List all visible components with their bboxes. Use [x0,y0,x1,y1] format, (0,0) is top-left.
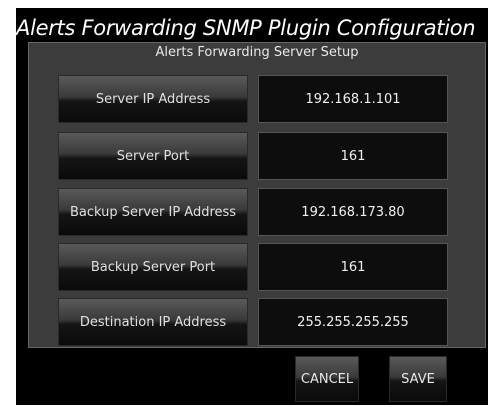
row-server-port: Server Port 161 [29,132,485,180]
save-button[interactable]: SAVE [389,356,447,402]
server-ip-label-button[interactable]: Server IP Address [58,75,248,123]
row-server-ip: Server IP Address 192.168.1.101 [29,75,485,123]
backup-server-port-label-button[interactable]: Backup Server Port [58,243,248,291]
destination-ip-label-button[interactable]: Destination IP Address [58,298,248,346]
server-setup-panel: Alerts Forwarding Server Setup Server IP… [28,42,486,348]
panel-title: Alerts Forwarding Server Setup [155,45,359,60]
backup-server-ip-field[interactable]: 192.168.173.80 [258,188,448,236]
cancel-button[interactable]: CANCEL [295,356,359,402]
row-backup-server-port: Backup Server Port 161 [29,243,485,291]
dialog-frame: Alerts Forwarding SNMP Plugin Configurat… [0,0,490,407]
backup-server-port-field[interactable]: 161 [258,243,448,291]
destination-ip-field[interactable]: 255.255.255.255 [258,298,448,346]
server-port-label-button[interactable]: Server Port [58,132,248,180]
backup-server-ip-label-button[interactable]: Backup Server IP Address [58,188,248,236]
config-window: Alerts Forwarding SNMP Plugin Configurat… [16,8,488,405]
row-backup-server-ip: Backup Server IP Address 192.168.173.80 [29,188,485,236]
server-ip-field[interactable]: 192.168.1.101 [258,75,448,123]
row-destination-ip: Destination IP Address 255.255.255.255 [29,298,485,346]
server-port-field[interactable]: 161 [258,132,448,180]
